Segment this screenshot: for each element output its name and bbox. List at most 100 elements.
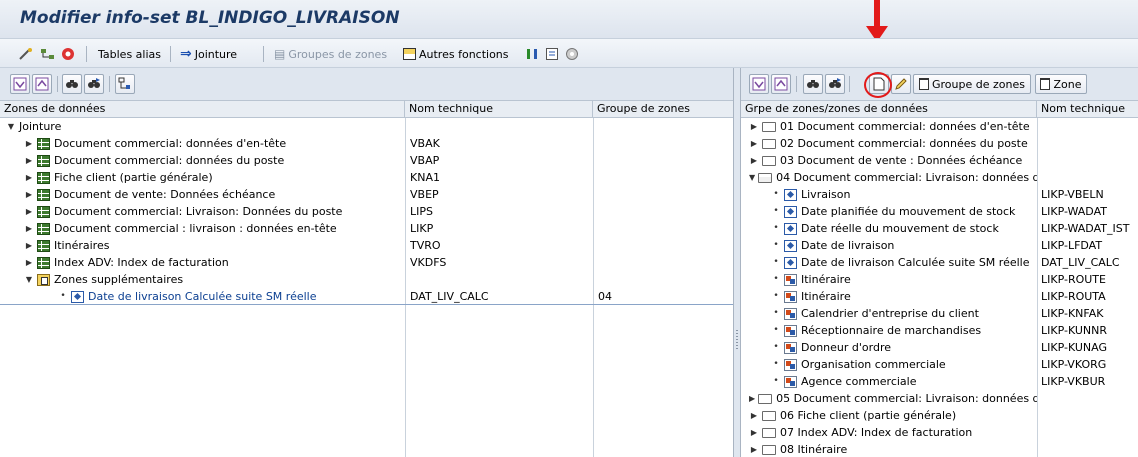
field-row[interactable]: • Date planifiée du mouvement de stock LIK… [741,203,1138,220]
table-row[interactable]: ▶ Itinéraires TVRO [0,237,733,254]
field-group-row[interactable]: ▶ 01 Document commercial: données d'en-tê… [741,118,1138,135]
field-row[interactable]: • Itinéraire LIKP-ROUTE [741,271,1138,288]
expand-arrow-icon[interactable]: ▶ [749,135,759,152]
collapse-all-icon[interactable] [771,74,791,94]
field-label: Organisation commerciale [801,358,946,371]
bullet-icon: • [773,325,779,335]
tree-node-zones-supplementaires[interactable]: ▼ Zones supplémentaires [0,271,733,288]
groupe-de-zones-button[interactable]: Groupe de zones [913,74,1031,94]
find-next-icon[interactable] [84,74,104,94]
extra-field-row[interactable]: • Date de livraison Calculée suite SM rée… [0,288,733,305]
columns-icon[interactable] [525,45,539,63]
expand-arrow-icon[interactable]: ▶ [24,169,34,186]
settings-icon[interactable] [565,45,579,63]
field-row[interactable]: • Date réelle du mouvement de stock LIKP-W… [741,220,1138,237]
expand-all-icon[interactable] [749,74,769,94]
col-header-groupe[interactable]: Groupe de zones [593,101,734,118]
table-label: Document commercial: données d'en-tête [54,137,287,150]
field-tech-name: LIKP-KNFAK [1041,307,1104,320]
layout-icon[interactable] [115,74,135,94]
field-tech-name: DAT_LIV_CALC [1041,256,1120,269]
extra-field-group: 04 [598,290,612,303]
field-group-row[interactable]: ▶ 05 Document commercial: Livraison: donn… [741,390,1138,407]
field-label: Livraison [801,188,851,201]
expand-arrow-icon[interactable]: ▶ [749,390,755,407]
table-row[interactable]: ▶ Document de vente: Données échéance VBEP [0,186,733,203]
field-tech-name: LIKP-VBELN [1041,188,1104,201]
jointure-button[interactable]: ⇒ Jointure [180,45,237,63]
collapse-all-icon[interactable] [32,74,52,94]
field-row[interactable]: • Livraison LIKP-VBELN [741,186,1138,203]
expand-arrow-icon[interactable]: ▶ [749,118,759,135]
field-group-row[interactable]: ▶ 07 Index ADV: Index de facturation [741,424,1138,441]
title-bar: Modifier info-set BL_INDIGO_LIVRAISON [0,0,1138,38]
edit-pencil-icon[interactable] [891,74,911,94]
expand-arrow-icon[interactable]: ▶ [24,254,34,271]
field-group-row[interactable]: ▶ 03 Document de vente : Données échéance [741,152,1138,169]
groupes-de-zones-button[interactable]: ▤ Groupes de zones [274,45,387,63]
zone-button[interactable]: Zone [1035,74,1087,94]
table-row[interactable]: ▶ Document commercial: Livraison: Données… [0,203,733,220]
collapse-arrow-icon[interactable]: ▼ [6,118,16,135]
col-header-nom-technique[interactable]: Nom technique [405,101,593,118]
table-label: Itinéraires [54,239,110,252]
expand-arrow-icon[interactable]: ▶ [24,237,34,254]
field-group-row[interactable]: ▼ 04 Document commercial: Livraison: donn… [741,169,1138,186]
magic-wand-icon[interactable] [18,45,34,63]
field-group-label: 05 Document commercial: Livraison: donné… [776,392,1037,405]
hierarchy-icon[interactable] [40,45,56,63]
tree-node-jointure[interactable]: ▼ Jointure [0,118,733,135]
collapse-arrow-icon[interactable]: ▼ [749,169,755,186]
lifebuoy-icon[interactable] [60,45,76,63]
field-row[interactable]: • Réceptionnaire de marchandises LIKP-KUNN… [741,322,1138,339]
field-row[interactable]: • Itinéraire LIKP-ROUTA [741,288,1138,305]
table-row[interactable]: ▶ Fiche client (partie générale) KNA1 [0,169,733,186]
field-group-row[interactable]: ▶ 08 Itinéraire [741,441,1138,457]
list-icon[interactable] [545,45,559,63]
expand-arrow-icon[interactable]: ▶ [749,407,759,424]
expand-arrow-icon[interactable]: ▶ [749,424,759,441]
bullet-icon: • [773,223,779,233]
field-row[interactable]: • Donneur d'ordre LIKP-KUNAG [741,339,1138,356]
table-row[interactable]: ▶ Document commercial : livraison : donné… [0,220,733,237]
col-header-grpe-zones[interactable]: Grpe de zones/zones de données [741,101,1037,118]
field-group-row[interactable]: ▶ 02 Document commercial: données du post… [741,135,1138,152]
folder-icon [762,155,776,166]
expand-arrow-icon[interactable]: ▶ [24,186,34,203]
field-row[interactable]: • Date de livraison LIKP-LFDAT [741,237,1138,254]
find-icon[interactable] [803,74,823,94]
jointure-label: Jointure [194,47,238,61]
col-header-nom-technique[interactable]: Nom technique [1037,101,1138,118]
table-label: Document de vente: Données échéance [54,188,276,201]
tables-alias-button[interactable]: Tables alias [98,45,161,63]
folder-icon [762,121,776,132]
table-row[interactable]: ▶ Document commercial: données du poste VB… [0,152,733,169]
expand-all-icon[interactable] [10,74,30,94]
table-icon [37,137,50,150]
expand-arrow-icon[interactable]: ▶ [24,220,34,237]
expand-arrow-icon[interactable]: ▶ [24,152,34,169]
expand-arrow-icon[interactable]: ▶ [24,135,34,152]
autres-fonctions-label: Autres fonctions [419,47,509,61]
find-next-icon[interactable] [825,74,845,94]
expand-arrow-icon[interactable]: ▶ [749,152,759,169]
field-tech-name: LIKP-ROUTE [1041,273,1106,286]
bullet-icon: • [773,189,779,199]
table-tech-name: LIPS [410,205,433,218]
find-icon[interactable] [62,74,82,94]
autres-fonctions-button[interactable]: Autres fonctions [403,45,509,63]
field-row[interactable]: • Agence commerciale LIKP-VKBUR [741,373,1138,390]
collapse-arrow-icon[interactable]: ▼ [24,271,34,288]
expand-arrow-icon[interactable]: ▶ [24,203,34,220]
table-icon [37,171,50,184]
col-header-zones[interactable]: Zones de données [0,101,405,118]
field-row[interactable]: • Calendrier d'entreprise du client LIKP-K… [741,305,1138,322]
folder-icon [758,393,773,404]
red-arrow-annotation [866,0,888,42]
expand-arrow-icon[interactable]: ▶ [749,441,759,457]
table-row[interactable]: ▶ Index ADV: Index de facturation VKDFS [0,254,733,271]
table-row[interactable]: ▶ Document commercial: données d'en-tête V… [0,135,733,152]
field-group-row[interactable]: ▶ 06 Fiche client (partie générale) [741,407,1138,424]
field-row[interactable]: • Date de livraison Calculée suite SM rée… [741,254,1138,271]
field-row[interactable]: • Organisation commerciale LIKP-VKORG [741,356,1138,373]
